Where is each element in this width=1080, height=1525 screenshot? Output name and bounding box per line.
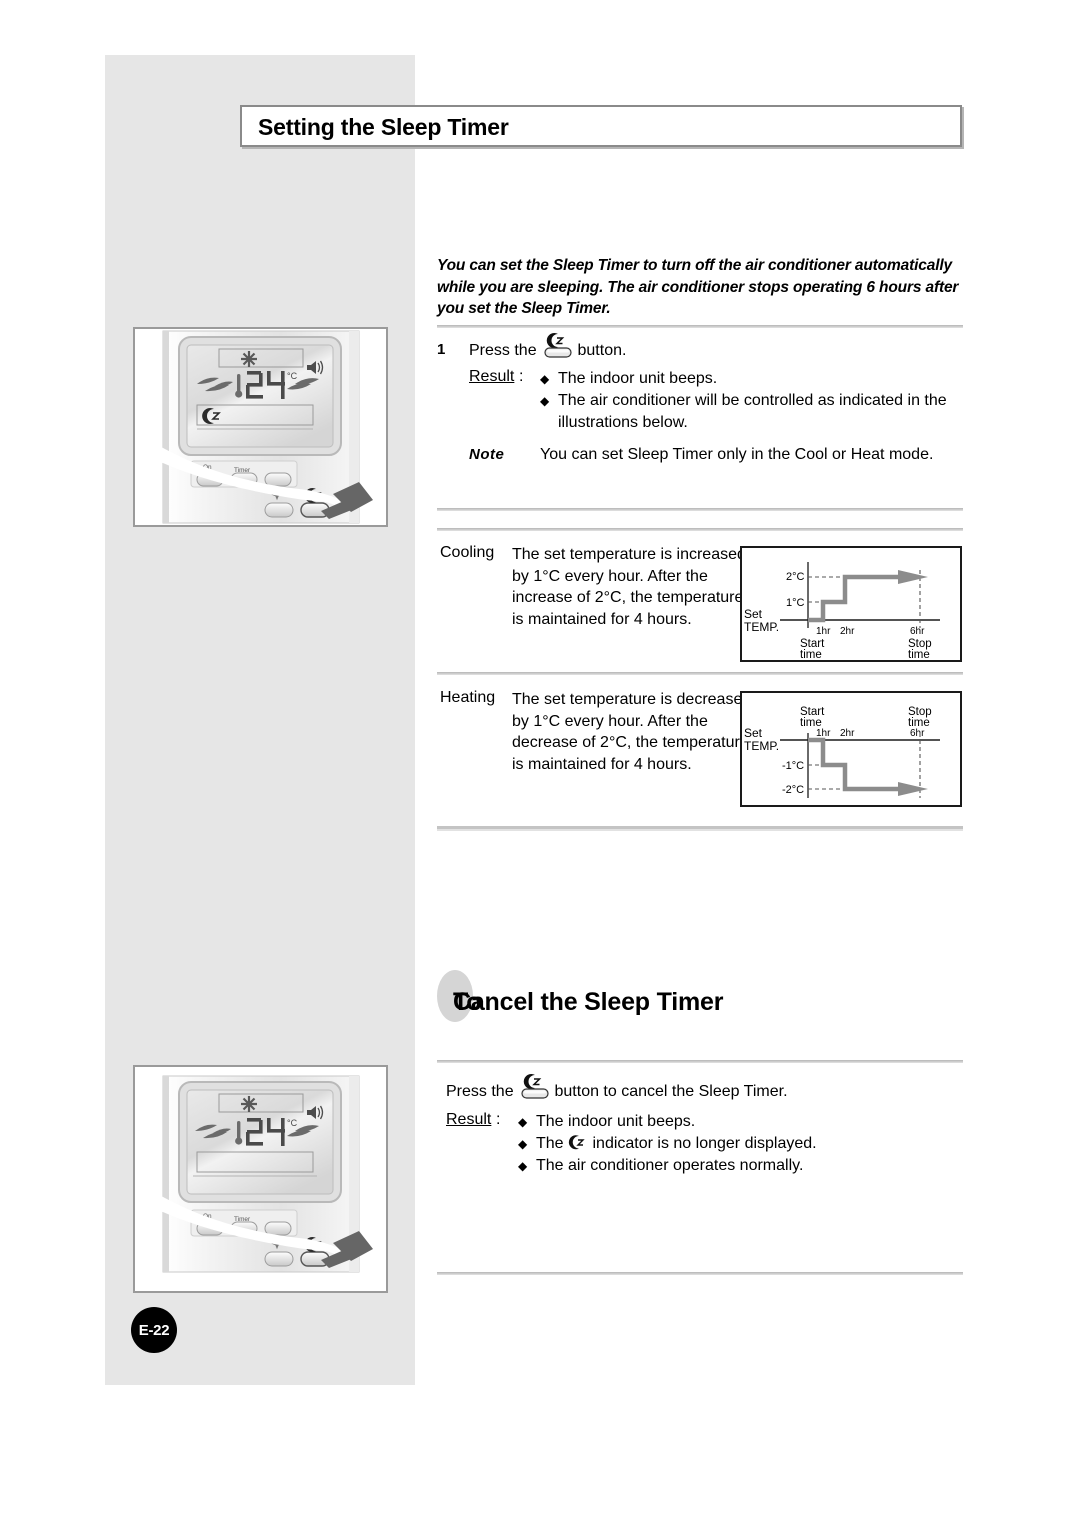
heating-xtick-2hr: 2hr bbox=[840, 728, 855, 739]
heating-axis-label-line2: TEMP. bbox=[744, 739, 779, 753]
bullet-item: The air conditioner will be controlled a… bbox=[540, 390, 950, 434]
cancel-instruction: Press the button to cancel the Sleep Tim… bbox=[446, 1074, 788, 1101]
cooling-arrow-head bbox=[898, 570, 928, 584]
heating-ytick-m2c: -2°C bbox=[782, 784, 804, 796]
divider-rule-7 bbox=[437, 1272, 963, 1275]
cooling-chart: 2°C 1°C Set TEMP. 1hr 2hr 6hr Start time… bbox=[740, 546, 962, 662]
cancel-result-colon: : bbox=[496, 1111, 501, 1128]
mode-description-cooling: The set temperature is increased by 1°C … bbox=[512, 546, 746, 628]
heating-arrow-head bbox=[898, 782, 928, 796]
step1-text-before: Press the bbox=[469, 342, 537, 359]
cancel-text-before: Press the bbox=[446, 1083, 514, 1100]
note-text: You can set Sleep Timer only in the Cool… bbox=[540, 446, 934, 463]
svg-text:Timer: Timer bbox=[234, 467, 251, 474]
step-number: 1 bbox=[437, 341, 446, 358]
temperature-unit: °C bbox=[287, 1118, 298, 1128]
divider-rule-1 bbox=[437, 325, 963, 328]
divider-rule-2 bbox=[437, 508, 963, 511]
page-title-box: Setting the Sleep Timer bbox=[240, 105, 962, 147]
step1-instruction: Press the button. bbox=[469, 333, 627, 360]
heating-axis-label-line1: Set bbox=[744, 726, 763, 740]
result-label: Result bbox=[469, 368, 515, 385]
divider-rule-3 bbox=[437, 528, 963, 531]
heating-xtick-1hr: 1hr bbox=[816, 728, 831, 739]
auto-clean-button bbox=[264, 1251, 294, 1267]
sleep-moon-icon bbox=[523, 1074, 542, 1089]
heating-chart-svg: Start time Stop time Set TEMP. 1hr 2hr 6… bbox=[744, 706, 940, 798]
heating-chart: Start time Stop time Set TEMP. 1hr 2hr 6… bbox=[740, 691, 962, 807]
cooling-xtick-1hr: 1hr bbox=[816, 626, 831, 637]
cancel-result-label: Result bbox=[446, 1111, 492, 1128]
cooling-ytick-2c: 2°C bbox=[786, 571, 805, 583]
page-number-badge: E-22 bbox=[131, 1307, 177, 1353]
remote-illustration-bottom: °C On Timer Timer bbox=[133, 1065, 388, 1293]
mode-name-cooling: Cooling bbox=[440, 544, 495, 561]
cooling-ytick-1c: 1°C bbox=[786, 597, 805, 609]
cooling-xtick-2hr: 2hr bbox=[840, 626, 855, 637]
third-button bbox=[264, 1221, 292, 1236]
sleep-moon-icon bbox=[546, 333, 565, 348]
bullet-item: The indoor unit beeps. bbox=[518, 1111, 948, 1133]
divider-rule-4 bbox=[437, 672, 963, 675]
auto-clean-button bbox=[264, 502, 294, 518]
cooling-stop-label-2: time bbox=[908, 649, 930, 660]
step1-result-bullets: The indoor unit beeps. The air condition… bbox=[540, 368, 950, 434]
cancel-bullet2-after: indicator is no longer displayed. bbox=[592, 1135, 817, 1153]
bullet-item-with-icon: The indicator is no longer displayed. bbox=[518, 1133, 948, 1155]
cooling-xtick-6hr: 6hr bbox=[910, 626, 925, 637]
temperature-unit: °C bbox=[287, 371, 298, 381]
svg-text:Timer: Timer bbox=[234, 1216, 251, 1223]
sleep-indicator-glyph bbox=[568, 1133, 588, 1155]
sleep-button-glyph-cancel bbox=[519, 1074, 549, 1100]
remote-illustration-top: °C On Timer Timer bbox=[133, 327, 388, 527]
cancel-result-bullets: The indoor unit beeps. The indicator is … bbox=[518, 1111, 948, 1177]
cancel-heading-rest: Cancel the Sleep Timer bbox=[453, 988, 724, 1016]
bullet-item: The indoor unit beeps. bbox=[540, 368, 950, 390]
cooling-chart-svg: 2°C 1°C Set TEMP. 1hr 2hr 6hr Start time… bbox=[744, 562, 940, 661]
divider-rule-6 bbox=[437, 1060, 963, 1063]
mode-description-heating: The set temperature is decreased by 1°C … bbox=[512, 691, 752, 773]
divider-rule-5 bbox=[437, 826, 963, 831]
cooling-start-label-2: time bbox=[800, 649, 822, 660]
intro-paragraph: You can set the Sleep Timer to turn off … bbox=[437, 257, 959, 317]
cancel-text-after: button to cancel the Sleep Timer. bbox=[554, 1083, 788, 1100]
cancel-bullet2-before: The bbox=[536, 1135, 564, 1153]
page-title: Setting the Sleep Timer bbox=[258, 114, 509, 140]
third-button bbox=[264, 472, 292, 487]
cooling-axis-label-line2: TEMP. bbox=[744, 620, 779, 634]
cooling-axis-label-line1: Set bbox=[744, 607, 763, 621]
mode-name-heating: Heating bbox=[440, 689, 496, 706]
bullet-item: The air conditioner operates normally. bbox=[518, 1155, 948, 1177]
sleep-button-glyph bbox=[542, 333, 572, 359]
result-colon: : bbox=[519, 368, 524, 385]
remote-control-graphic-top: °C On Timer Timer bbox=[149, 330, 373, 524]
heating-xtick-6hr: 6hr bbox=[910, 728, 925, 739]
note-label: Note bbox=[469, 446, 505, 463]
step1-text-after: button. bbox=[577, 342, 627, 359]
heating-ytick-m1c: -1°C bbox=[782, 760, 804, 772]
remote-control-graphic-bottom: °C On Timer Timer bbox=[149, 1075, 373, 1273]
